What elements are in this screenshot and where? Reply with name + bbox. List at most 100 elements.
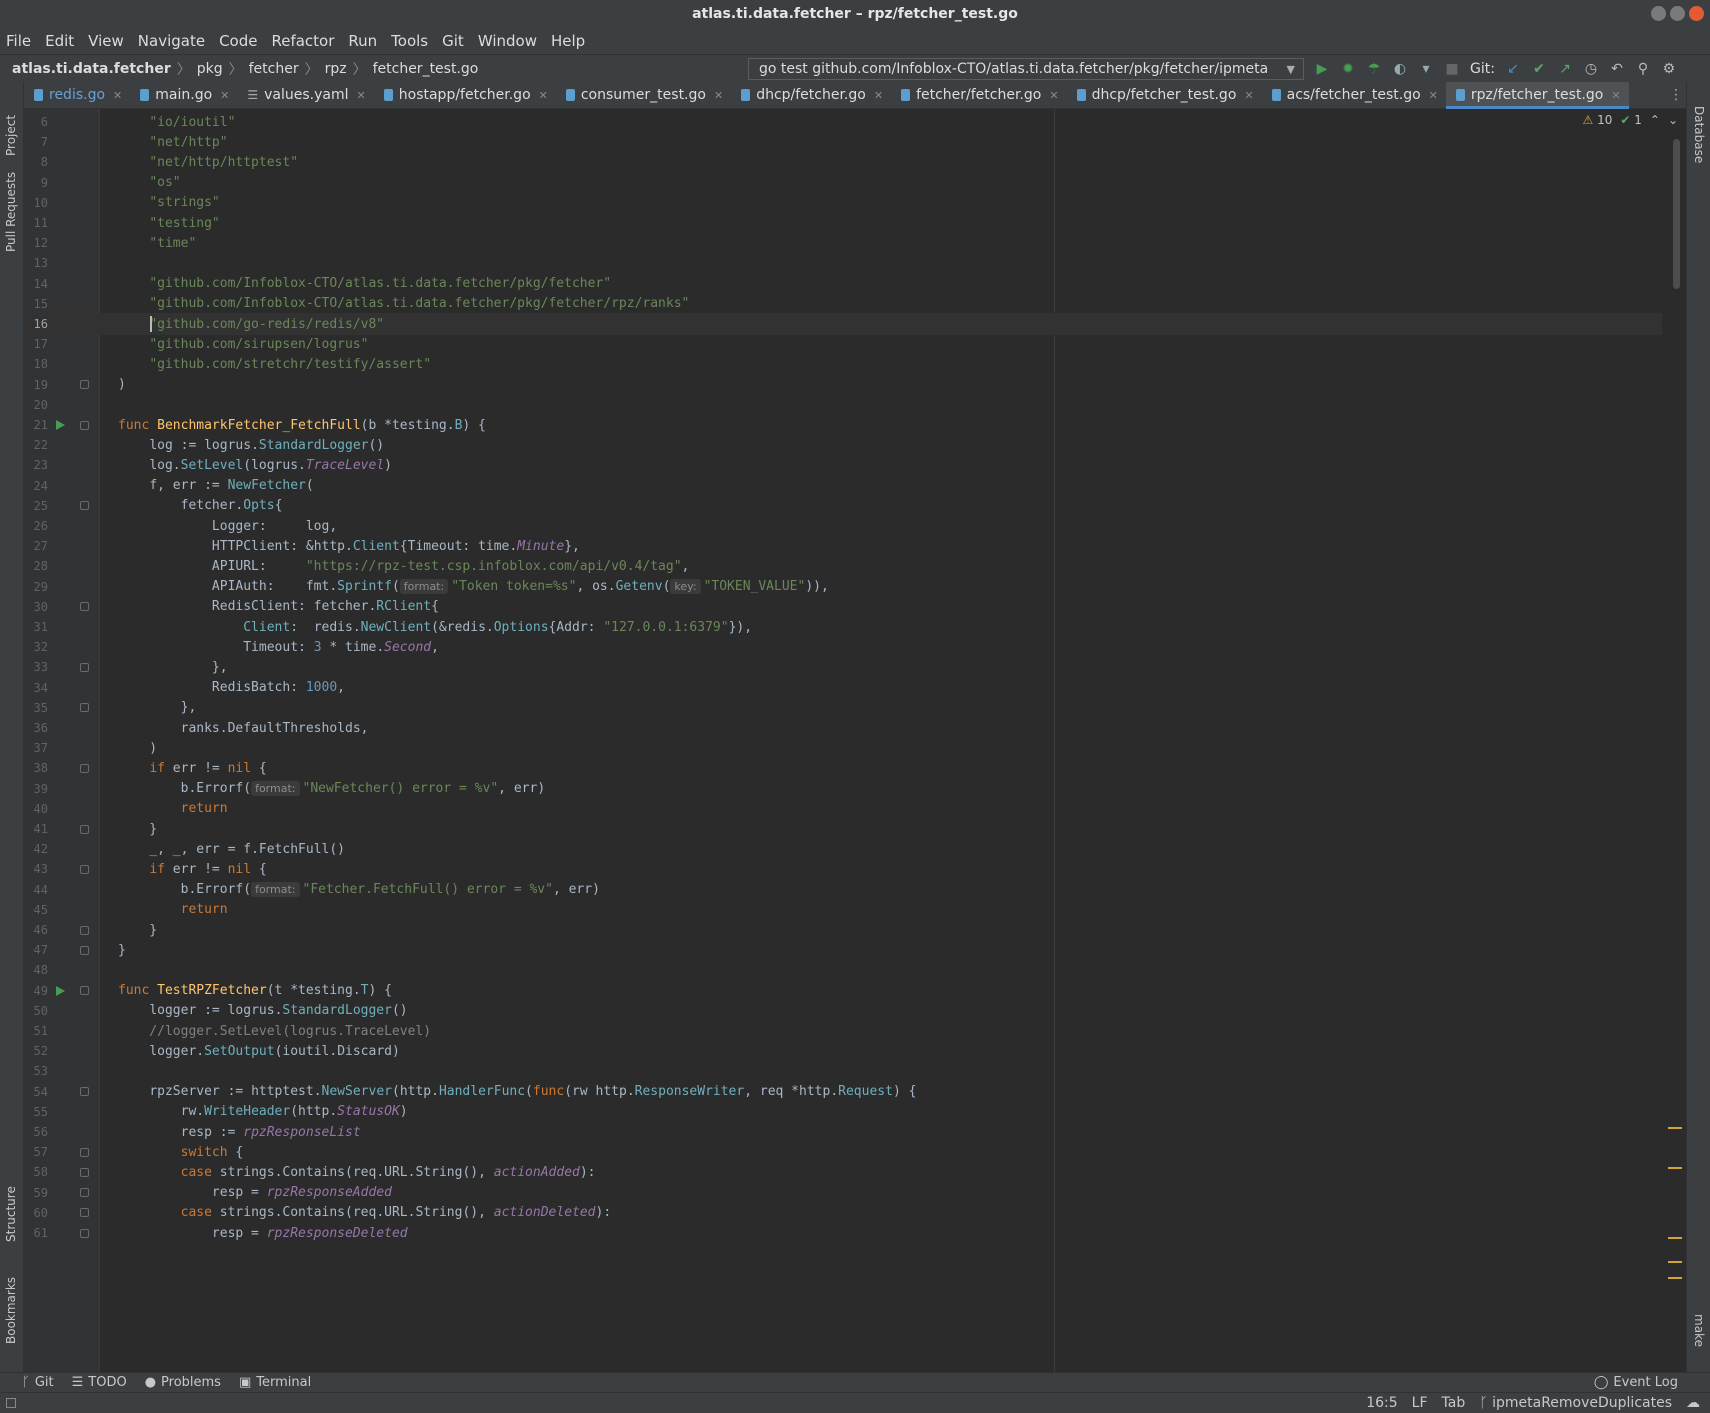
- fold-icon[interactable]: [80, 1167, 89, 1177]
- run-test-icon[interactable]: [56, 985, 65, 996]
- tab-values-yaml[interactable]: ☰ values.yaml ✕: [237, 82, 373, 108]
- menu-tools[interactable]: Tools: [391, 32, 428, 50]
- code-line[interactable]: 38 if err != nil {: [24, 757, 1662, 779]
- code-line[interactable]: 37 ): [24, 737, 1662, 759]
- code-line[interactable]: 35 },: [24, 697, 1662, 719]
- line-number[interactable]: 19: [24, 378, 48, 392]
- run-test-icon[interactable]: [56, 420, 65, 430]
- line-number[interactable]: 54: [24, 1085, 48, 1099]
- debug-icon[interactable]: ✹: [1340, 61, 1356, 77]
- code-line[interactable]: 60 case strings.Contains(req.URL.String(…: [24, 1202, 1662, 1224]
- code-line[interactable]: 36 ranks.DefaultThresholds,: [24, 717, 1662, 739]
- code-line[interactable]: 45 return: [24, 899, 1662, 921]
- menu-navigate[interactable]: Navigate: [138, 32, 205, 50]
- line-number[interactable]: 43: [24, 862, 48, 876]
- code-line[interactable]: 15 "github.com/Infoblox-CTO/atlas.ti.dat…: [24, 293, 1662, 315]
- line-number[interactable]: 33: [24, 660, 48, 674]
- close-icon[interactable]: ✕: [539, 89, 548, 102]
- line-number[interactable]: 12: [24, 236, 48, 250]
- code-line[interactable]: 51 //logger.SetLevel(logrus.TraceLevel): [24, 1020, 1662, 1042]
- code-line[interactable]: 31 Client: redis.NewClient(&redis.Option…: [24, 616, 1662, 638]
- tab-dhcp-fetcher-go[interactable]: dhcp/fetcher.go ✕: [731, 82, 891, 108]
- warning-marker[interactable]: [1668, 1167, 1682, 1169]
- line-number[interactable]: 29: [24, 580, 48, 594]
- tool-database[interactable]: Database: [1692, 106, 1706, 163]
- line-number[interactable]: 27: [24, 539, 48, 553]
- fold-icon[interactable]: [80, 420, 89, 430]
- fold-icon[interactable]: [80, 925, 89, 935]
- code-line[interactable]: 41 }: [24, 818, 1662, 840]
- fold-icon[interactable]: [80, 824, 89, 834]
- line-number[interactable]: 17: [24, 337, 48, 351]
- code-editor[interactable]: ⚠ 10 ✔ 1 ⌃ ⌄ 6 "io/ioutil" 7 "net/http" 8 …: [24, 109, 1686, 1372]
- code-line[interactable]: 18 "github.com/stretchr/testify/assert": [24, 353, 1662, 375]
- code-line[interactable]: 44 b.Errorf(format: "Fetcher.FetchFull() …: [24, 879, 1662, 901]
- fold-icon[interactable]: [80, 380, 89, 390]
- code-line[interactable]: 22 log := logrus.StandardLogger(): [24, 434, 1662, 456]
- line-number[interactable]: 34: [24, 681, 48, 695]
- line-number[interactable]: 55: [24, 1105, 48, 1119]
- code-line[interactable]: 53: [24, 1060, 1662, 1082]
- line-number[interactable]: 56: [24, 1125, 48, 1139]
- tool-make[interactable]: make: [1692, 1314, 1706, 1347]
- fold-icon[interactable]: [80, 1228, 89, 1238]
- tool-event-log[interactable]: ◯ Event Log: [1594, 1375, 1678, 1390]
- line-number[interactable]: 28: [24, 559, 48, 573]
- fold-icon[interactable]: [80, 864, 89, 874]
- breadcrumb-file[interactable]: fetcher_test.go: [373, 61, 479, 77]
- tab-main-go[interactable]: main.go ✕: [130, 82, 237, 108]
- history-icon[interactable]: ◷: [1583, 61, 1599, 77]
- editor-scrollbar[interactable]: [1673, 139, 1680, 289]
- git-update-icon[interactable]: ↙: [1505, 61, 1521, 77]
- warning-marker[interactable]: [1668, 1127, 1682, 1129]
- line-number[interactable]: 37: [24, 741, 48, 755]
- tab-acs-fetcher-test-go[interactable]: acs/fetcher_test.go ✕: [1262, 82, 1446, 108]
- close-icon[interactable]: ✕: [357, 89, 366, 102]
- fold-icon[interactable]: [80, 1208, 89, 1218]
- menu-file[interactable]: File: [6, 32, 31, 50]
- line-number[interactable]: 60: [24, 1206, 48, 1220]
- line-number[interactable]: 57: [24, 1145, 48, 1159]
- code-line[interactable]: 59 resp = rpzResponseAdded: [24, 1182, 1662, 1204]
- code-line[interactable]: 28 APIURL: "https://rpz-test.csp.infoblo…: [24, 555, 1662, 577]
- tool-bookmarks[interactable]: Bookmarks: [4, 1277, 18, 1344]
- tab-hostapp-fetcher-go[interactable]: hostapp/fetcher.go ✕: [374, 82, 556, 108]
- code-line[interactable]: 32 Timeout: 3 * time.Second,: [24, 636, 1662, 658]
- warning-marker[interactable]: [1668, 1237, 1682, 1239]
- line-number[interactable]: 18: [24, 357, 48, 371]
- close-icon[interactable]: ✕: [1429, 89, 1438, 102]
- code-line[interactable]: 29 APIAuth: fmt.Sprintf(format: "Token to…: [24, 576, 1662, 598]
- menu-view[interactable]: View: [88, 32, 124, 50]
- code-line[interactable]: 9 "os": [24, 172, 1662, 194]
- fold-icon[interactable]: [80, 945, 89, 955]
- code-line[interactable]: 6 "io/ioutil": [24, 111, 1662, 133]
- code-line[interactable]: 7 "net/http": [24, 131, 1662, 153]
- stop-icon[interactable]: ■: [1444, 61, 1460, 77]
- coverage-icon[interactable]: ☂: [1366, 61, 1382, 77]
- code-line[interactable]: 34 RedisBatch: 1000,: [24, 677, 1662, 699]
- breadcrumb-project[interactable]: atlas.ti.data.fetcher: [12, 61, 171, 77]
- tool-git[interactable]: ᚴ Git: [22, 1375, 54, 1390]
- breadcrumb-pkg[interactable]: pkg: [197, 61, 223, 77]
- more-tabs-icon[interactable]: ⋮: [1666, 82, 1686, 108]
- menu-refactor[interactable]: Refactor: [271, 32, 334, 50]
- tool-todo[interactable]: ☰ TODO: [72, 1375, 127, 1390]
- line-number[interactable]: 45: [24, 903, 48, 917]
- code-line[interactable]: 49 func TestRPZFetcher(t *testing.T) {: [24, 980, 1662, 1002]
- code-line[interactable]: 42 _, _, err = f.FetchFull(): [24, 838, 1662, 860]
- menu-edit[interactable]: Edit: [45, 32, 74, 50]
- code-line[interactable]: 21 func BenchmarkFetcher_FetchFull(b *tes…: [24, 414, 1662, 436]
- fold-icon[interactable]: [80, 986, 89, 996]
- code-line[interactable]: 16 "github.com/go-redis/redis/v8": [24, 313, 1662, 335]
- warning-marker[interactable]: [1668, 1277, 1682, 1279]
- code-line[interactable]: 56 resp := rpzResponseList: [24, 1121, 1662, 1143]
- code-line[interactable]: 19): [24, 374, 1662, 396]
- line-number[interactable]: 10: [24, 196, 48, 210]
- line-number[interactable]: 48: [24, 963, 48, 977]
- code-line[interactable]: 14 "github.com/Infoblox-CTO/atlas.ti.dat…: [24, 273, 1662, 295]
- tool-problems[interactable]: ● Problems: [145, 1375, 221, 1390]
- menu-help[interactable]: Help: [551, 32, 585, 50]
- code-line[interactable]: 10 "strings": [24, 192, 1662, 214]
- code-line[interactable]: 23 log.SetLevel(logrus.TraceLevel): [24, 454, 1662, 476]
- close-icon[interactable]: ✕: [1244, 89, 1253, 102]
